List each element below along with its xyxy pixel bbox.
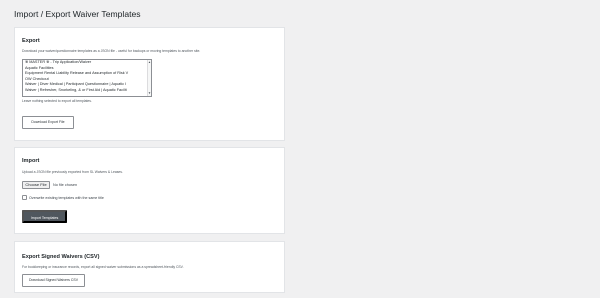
choose-file-button[interactable]: Choose File	[22, 181, 50, 189]
overwrite-checkbox[interactable]	[22, 195, 27, 200]
csv-title: Export Signed Waivers (CSV)	[22, 254, 100, 260]
csv-description: For bookkeeping or insurance records, ex…	[22, 265, 184, 269]
export-card: Export Download your waiver/questionnair…	[14, 27, 285, 141]
export-description: Download your waiver/questionnaire templ…	[22, 49, 201, 53]
scroll-up-icon[interactable]: ▲	[148, 61, 151, 64]
list-scrollbar[interactable]: ▲ ▼	[147, 60, 151, 96]
template-option[interactable]: Waiver | Refresher, Snorkeling, & or Fir…	[23, 88, 151, 94]
import-description: Upload a JSON file previously exported f…	[22, 170, 123, 174]
csv-card: Export Signed Waivers (CSV) For bookkeep…	[14, 241, 285, 293]
page-title: Import / Export Waiver Templates	[14, 9, 141, 19]
export-title: Export	[22, 38, 40, 44]
export-hint: Leave nothing selected to export all tem…	[22, 99, 92, 103]
import-templates-button[interactable]: Import Templates	[22, 210, 67, 223]
import-card: Import Upload a JSON file previously exp…	[14, 147, 285, 234]
overwrite-label[interactable]: Overwrite existing templates with the sa…	[29, 196, 104, 200]
download-export-button[interactable]: Download Export File	[22, 116, 74, 129]
template-select-list[interactable]: ※ MASTER ※ - Trip Application/Waiver Aqu…	[22, 59, 152, 97]
download-csv-button[interactable]: Download Signed Waivers CSV	[22, 274, 85, 287]
file-status: No file chosen	[53, 182, 78, 187]
import-title: Import	[22, 158, 40, 164]
scroll-down-icon[interactable]: ▼	[148, 92, 151, 95]
